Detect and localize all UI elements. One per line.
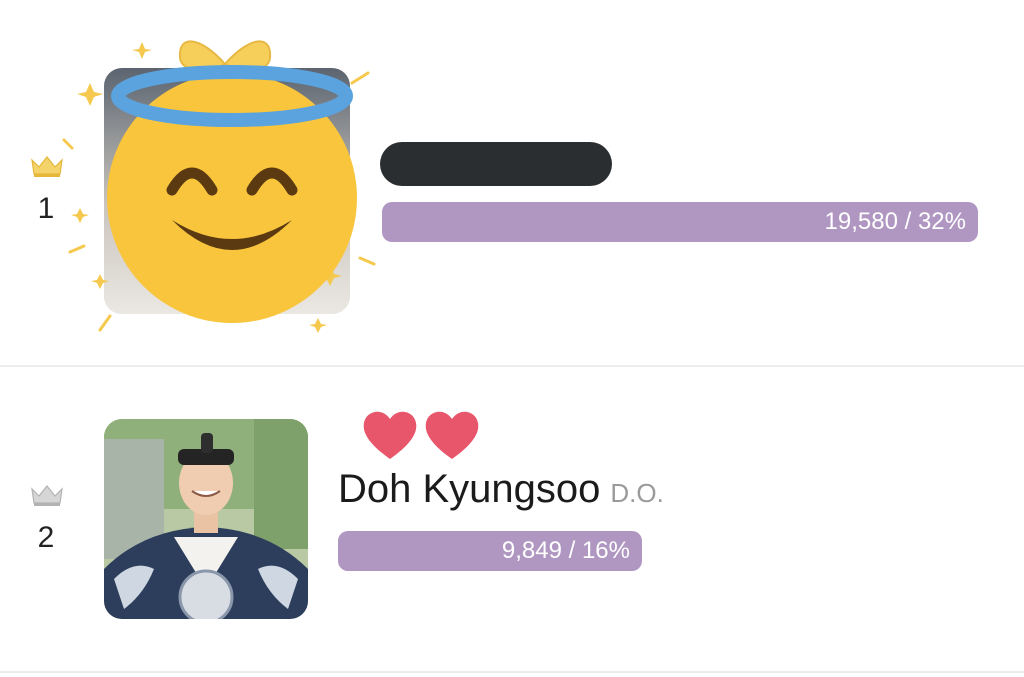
gold-crown-icon xyxy=(31,156,63,177)
redacted-name xyxy=(380,142,612,186)
vote-bar: 19,580 / 32% xyxy=(382,202,978,242)
vote-count: 19,580 / 32% xyxy=(824,208,966,235)
stage-name: D.O. xyxy=(610,478,664,508)
rank-number: 2 xyxy=(37,521,55,554)
member-name[interactable]: Doh Kyungsoo D.O. xyxy=(338,467,664,512)
two-hearts-icon xyxy=(363,411,479,459)
silver-crown-icon xyxy=(31,485,63,506)
avatar[interactable] xyxy=(104,419,308,619)
smiling-face-with-halo-emoji-icon xyxy=(62,40,376,333)
profile-photo xyxy=(104,419,308,619)
ranking-item-1[interactable]: 1 19,580 / 32% xyxy=(0,0,1024,366)
vote-count: 9,849 / 16% xyxy=(501,537,630,564)
vote-bar: 9,849 / 16% xyxy=(338,531,642,571)
row-divider xyxy=(0,671,1024,673)
ranking-item-2[interactable]: 2 Doh Kyungsoo D.O. 9,849 / 16% xyxy=(0,367,1024,672)
member-name-text: Doh Kyungsoo xyxy=(338,467,601,511)
rank-number: 1 xyxy=(37,192,55,225)
